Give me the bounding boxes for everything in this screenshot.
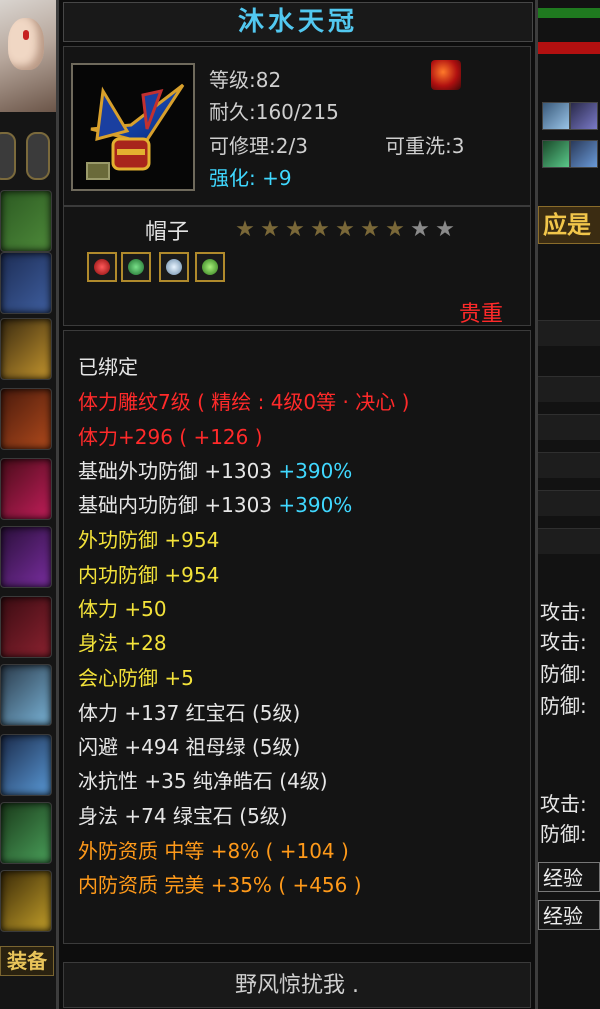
gem-ice-attr: 冰抗性 +35 纯净皓石 (4级) bbox=[78, 769, 328, 793]
item-rewashable: 可重洗:3 bbox=[385, 134, 465, 158]
right-row bbox=[538, 528, 600, 554]
gem-agility-attr: 身法 +74 绿宝石 (5级) bbox=[78, 804, 288, 828]
gem-dodge-attr: 闪避 +494 祖母绿 (5级) bbox=[78, 735, 301, 759]
right-tab-title[interactable]: 应是 bbox=[538, 206, 600, 244]
star-icon: ★ bbox=[435, 217, 455, 242]
buff-icon[interactable] bbox=[542, 102, 570, 130]
star-icon: ★ bbox=[385, 217, 405, 242]
rarity-label: 贵重 bbox=[458, 302, 503, 327]
star-icon: ★ bbox=[235, 217, 255, 242]
white-gem-icon bbox=[159, 252, 189, 282]
star-icon: ★ bbox=[335, 217, 355, 242]
right-stat: 防御: bbox=[540, 662, 587, 686]
buff-icon[interactable] bbox=[542, 140, 570, 168]
slot-shoulder-icon[interactable] bbox=[0, 318, 52, 380]
right-row bbox=[538, 376, 600, 402]
slot-armor-icon[interactable] bbox=[0, 526, 52, 588]
int-def-attr: 内功防御 +954 bbox=[78, 563, 220, 587]
int-quality-attr: 内防资质 完美 +35% ( +456 ) bbox=[78, 873, 362, 897]
item-enhance: 强化: +9 bbox=[209, 162, 292, 191]
base-ext-def-pct: +390% bbox=[278, 459, 353, 483]
item-repairable: 可修理:2/3 bbox=[209, 134, 308, 158]
crit-def-attr: 会心防御 +5 bbox=[78, 666, 194, 690]
bound-status: 已绑定 bbox=[78, 355, 138, 379]
emerald-gem-icon bbox=[121, 252, 151, 282]
right-stat: 防御: bbox=[540, 694, 587, 718]
slot-necklace-icon[interactable] bbox=[0, 870, 52, 932]
mp-bar bbox=[538, 42, 600, 54]
slot-jade-icon[interactable] bbox=[0, 802, 52, 864]
ruby-gem-icon bbox=[87, 252, 117, 282]
item-durability: 耐久:160/215 bbox=[209, 100, 339, 124]
right-stat: 防御: bbox=[540, 822, 587, 846]
exp-box: 经验 bbox=[538, 900, 600, 930]
buff-icon[interactable] bbox=[570, 140, 598, 168]
base-int-def-pct: +390% bbox=[278, 493, 353, 517]
base-ext-def-attr: 基础外功防御 +1303 +390% bbox=[78, 455, 352, 484]
slot-glove-icon[interactable] bbox=[0, 458, 52, 520]
slot-ring-icon[interactable] bbox=[0, 664, 52, 726]
item-level: 等级:82 bbox=[209, 68, 282, 92]
base-ext-def-value: 基础外功防御 +1303 bbox=[78, 459, 273, 483]
item-name: 沐水天冠 bbox=[237, 7, 358, 37]
equipment-strip: 装备 bbox=[0, 0, 56, 1009]
hp-bar bbox=[538, 8, 600, 18]
right-stat: 攻击: bbox=[540, 792, 587, 816]
equip-tab[interactable]: 装备 bbox=[0, 946, 54, 976]
item-type: 帽子 bbox=[145, 220, 190, 245]
ext-quality-attr: 外防资质 中等 +8% ( +104 ) bbox=[78, 839, 349, 863]
exp-box: 经验 bbox=[538, 862, 600, 892]
star-icon: ★ bbox=[260, 217, 280, 242]
right-stat: 攻击: bbox=[540, 600, 587, 624]
right-row bbox=[538, 490, 600, 516]
character-portrait[interactable] bbox=[0, 0, 56, 112]
right-row bbox=[538, 452, 600, 478]
buff-icon[interactable] bbox=[570, 102, 598, 130]
slot-boots-icon[interactable] bbox=[0, 596, 52, 658]
star-icon: ★ bbox=[310, 217, 330, 242]
right-row bbox=[538, 414, 600, 440]
left-scroll-button[interactable] bbox=[0, 132, 16, 180]
right-side-panel: 应是 攻击: 攻击: 防御: 防御: 攻击: 防御: 经验 经验 bbox=[538, 0, 600, 1009]
hat-icon bbox=[86, 83, 185, 180]
star-icon: ★ bbox=[410, 217, 430, 242]
star-rating: ★ ★ ★ ★ ★ ★ ★ ★ ★ bbox=[233, 218, 457, 242]
slot-ring2-icon[interactable] bbox=[0, 734, 52, 796]
slot-belt-icon[interactable] bbox=[0, 388, 52, 450]
gem-stamina-attr: 体力 +137 红宝石 (5级) bbox=[78, 701, 301, 725]
portrait-face bbox=[8, 18, 44, 70]
base-int-def-value: 基础内功防御 +1303 bbox=[78, 493, 273, 517]
stamina-attr: 体力 +50 bbox=[78, 597, 167, 621]
item-tooltip: 沐水天冠 等级:82 耐久:160/215 可修理:2/3 可重洗:3 强化: … bbox=[56, 0, 538, 1009]
item-icon-frame bbox=[71, 63, 195, 191]
slot-hat-icon[interactable] bbox=[0, 252, 52, 314]
star-icon: ★ bbox=[285, 217, 305, 242]
base-int-def-attr: 基础内功防御 +1303 +390% bbox=[78, 489, 352, 518]
flame-badge-icon bbox=[431, 60, 461, 90]
carve-attr: 体力雕纹7级 ( 精绘 : 4级0等 · 决心 ) bbox=[78, 390, 410, 414]
forehead-mark-icon bbox=[23, 30, 29, 40]
green-gem-icon bbox=[195, 252, 225, 282]
slot-bracelet-icon[interactable] bbox=[0, 190, 52, 252]
attribute-list: 已绑定 体力雕纹7级 ( 精绘 : 4级0等 · 决心 ) 体力+296 ( +… bbox=[63, 330, 531, 944]
right-stat: 攻击: bbox=[540, 630, 587, 654]
enhance-value: +9 bbox=[262, 166, 292, 190]
right-scroll-button[interactable] bbox=[26, 132, 50, 180]
flavor-text: 野风惊扰我 . bbox=[63, 962, 531, 1008]
ext-def-attr: 外功防御 +954 bbox=[78, 528, 220, 552]
stamina-main-attr: 体力+296 ( +126 ) bbox=[78, 425, 263, 449]
title-bar: 沐水天冠 bbox=[63, 2, 533, 42]
agility-attr: 身法 +28 bbox=[78, 631, 167, 655]
enhance-label: 强化: bbox=[209, 166, 263, 190]
star-icon: ★ bbox=[360, 217, 380, 242]
right-row bbox=[538, 320, 600, 346]
